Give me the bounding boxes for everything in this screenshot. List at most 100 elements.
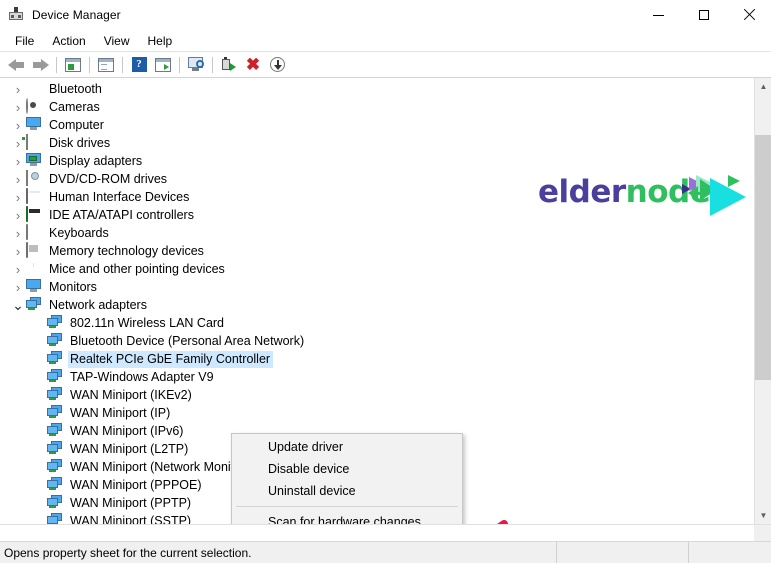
tree-item[interactable]: Realtek PCIe GbE Family Controller — [0, 350, 754, 368]
close-icon — [743, 9, 755, 21]
tree-item[interactable]: › Bluetooth — [0, 80, 754, 98]
network-adapter-icon — [47, 315, 64, 331]
uninstall-device-button[interactable]: ✖ — [241, 53, 265, 77]
horizontal-scroll-track[interactable] — [0, 525, 754, 541]
tree-item-label: Bluetooth Device (Personal Area Network) — [70, 333, 305, 348]
hid-icon — [26, 188, 43, 205]
help-icon: ? — [131, 57, 147, 72]
tree-item-label: WAN Miniport (L2TP) — [70, 441, 189, 456]
keyboard-icon — [26, 224, 43, 241]
context-menu-item[interactable]: Disable device — [232, 458, 462, 480]
tree-item[interactable]: › Display adapters — [0, 152, 754, 170]
toolbar-separator — [212, 56, 213, 73]
vertical-scrollbar[interactable]: ▲ ▼ — [754, 78, 771, 524]
scrollbar-thumb[interactable] — [755, 135, 771, 380]
toolbar-separator — [89, 56, 90, 73]
maximize-button[interactable] — [681, 0, 726, 30]
tree-item[interactable]: › Mice and other pointing devices — [0, 260, 754, 278]
menu-bar: File Action View Help — [0, 30, 771, 52]
properties-button[interactable] — [94, 53, 118, 77]
menu-view[interactable]: View — [95, 32, 139, 50]
tree-item-label: DVD/CD-ROM drives — [49, 171, 168, 186]
minimize-button[interactable] — [636, 0, 681, 30]
forward-icon — [32, 58, 49, 72]
network-adapter-icon — [47, 405, 64, 421]
menu-action[interactable]: Action — [43, 32, 94, 50]
back-button[interactable] — [4, 53, 28, 77]
network-adapter-icon — [47, 513, 64, 524]
tree-item-label: Memory technology devices — [49, 243, 204, 258]
show-hide-console-tree-button[interactable] — [61, 53, 85, 77]
tree-item[interactable]: TAP-Windows Adapter V9 — [0, 368, 754, 386]
title-bar: Device Manager — [0, 0, 771, 30]
tree-item[interactable]: › Disk drives — [0, 134, 754, 152]
monitor-icon — [26, 279, 43, 295]
tree-item[interactable]: 802.11n Wireless LAN Card — [0, 314, 754, 332]
tree-expand-arrow-icon[interactable]: › — [10, 244, 26, 259]
tree-expand-arrow-icon[interactable]: › — [10, 154, 26, 169]
context-menu-item[interactable]: Update driver — [232, 436, 462, 458]
tree-expand-arrow-icon[interactable]: › — [10, 280, 26, 295]
minimize-icon — [653, 14, 664, 16]
close-button[interactable] — [726, 0, 771, 30]
update-driver-icon — [155, 57, 171, 72]
tree-item-label: Keyboards — [49, 225, 109, 240]
tree-expand-arrow-icon[interactable]: › — [10, 100, 26, 115]
tree-item-label: WAN Miniport (IKEv2) — [70, 387, 192, 402]
tree-item[interactable]: › Human Interface Devices — [0, 188, 754, 206]
tree-expand-arrow-icon[interactable]: › — [10, 172, 26, 187]
tree-expand-arrow-icon[interactable]: › — [10, 226, 26, 241]
tree-item[interactable]: › DVD/CD-ROM drives — [0, 170, 754, 188]
tree-item[interactable]: › Keyboards — [0, 224, 754, 242]
mouse-icon — [26, 261, 43, 277]
tree-item[interactable]: › Computer — [0, 116, 754, 134]
tree-expand-arrow-icon[interactable]: › — [10, 82, 26, 97]
tree-item[interactable]: › Cameras — [0, 98, 754, 116]
menu-file[interactable]: File — [6, 32, 43, 50]
context-menu-item[interactable]: Scan for hardware changes — [232, 511, 462, 524]
tree-item-label: WAN Miniport (IP) — [70, 405, 171, 420]
horizontal-scroll-strip — [0, 524, 771, 541]
camera-icon — [26, 98, 43, 115]
status-bar: Opens property sheet for the current sel… — [0, 541, 771, 563]
device-manager-icon — [8, 7, 24, 23]
enable-device-button[interactable] — [217, 53, 241, 77]
tree-collapse-arrow-icon[interactable]: ⌄ — [10, 298, 26, 312]
scroll-up-button[interactable]: ▲ — [755, 78, 771, 95]
tree-item-label: Display adapters — [49, 153, 143, 168]
tree-item[interactable]: ⌄ Network adapters — [0, 296, 754, 314]
toolbar-separator — [56, 56, 57, 73]
download-button[interactable] — [265, 53, 289, 77]
forward-button[interactable] — [28, 53, 52, 77]
tree-item[interactable]: WAN Miniport (IKEv2) — [0, 386, 754, 404]
network-adapter-icon — [47, 477, 64, 493]
tree-item[interactable]: › Monitors — [0, 278, 754, 296]
scroll-down-button[interactable]: ▼ — [755, 507, 771, 524]
context-menu-item[interactable]: Uninstall device — [232, 480, 462, 502]
tree-item[interactable]: Bluetooth Device (Personal Area Network) — [0, 332, 754, 350]
tree-item-label: TAP-Windows Adapter V9 — [70, 369, 214, 384]
network-adapter-icon — [26, 297, 43, 313]
network-adapter-icon — [47, 423, 64, 439]
network-adapter-icon — [47, 459, 64, 475]
device-manager-window: Device Manager File Action View Help ? ✖… — [0, 0, 771, 563]
tree-expand-arrow-icon[interactable]: › — [10, 190, 26, 205]
tree-expand-arrow-icon[interactable]: › — [10, 118, 26, 133]
context-menu[interactable]: Update driver Disable device Uninstall dev… — [231, 433, 463, 524]
tree-expand-arrow-icon[interactable]: › — [10, 262, 26, 277]
tree-item-label: 802.11n Wireless LAN Card — [70, 315, 225, 330]
update-driver-button[interactable] — [151, 53, 175, 77]
tree-item[interactable]: WAN Miniport (IP) — [0, 404, 754, 422]
tree-item-label: Monitors — [49, 279, 97, 294]
display-adapter-icon — [26, 153, 43, 169]
tree-item[interactable]: › Memory technology devices — [0, 242, 754, 260]
tree-item[interactable]: › IDE ATA/ATAPI controllers — [0, 206, 754, 224]
tree-expand-arrow-icon[interactable]: › — [10, 208, 26, 223]
menu-help[interactable]: Help — [139, 32, 182, 50]
tree-item-label: WAN Miniport (IPv6) — [70, 423, 184, 438]
tree-item-label: WAN Miniport (PPTP) — [70, 495, 192, 510]
tree-item-label: IDE ATA/ATAPI controllers — [49, 207, 194, 222]
help-button[interactable]: ? — [127, 53, 151, 77]
window-controls — [636, 0, 771, 30]
scan-for-hardware-changes-button[interactable] — [184, 53, 208, 77]
